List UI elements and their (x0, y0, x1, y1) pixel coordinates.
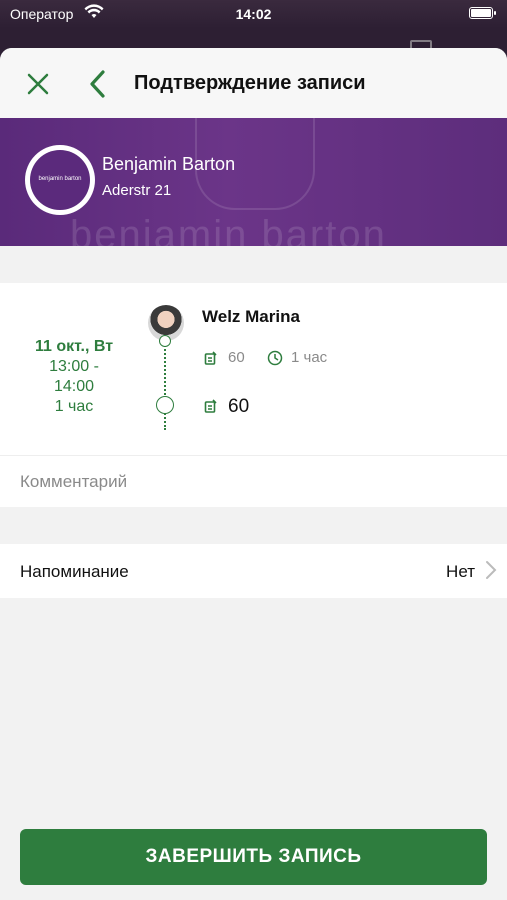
complete-booking-button[interactable]: ЗАВЕРШИТЬ ЗАПИСЬ (20, 829, 487, 885)
service-duration: 1 час (291, 349, 328, 366)
banner-watermark: benjamin barton (70, 213, 387, 246)
page-title: Подтверждение записи (134, 72, 366, 94)
appointment-duration: 1 час (54, 398, 94, 415)
clock: 14:02 (235, 6, 272, 22)
chevron-right-icon (485, 560, 497, 580)
reminder-label: Напоминание (20, 562, 129, 581)
master-name: Welz Marina (202, 307, 300, 326)
timeline-line (164, 338, 166, 430)
timeline-end-node (156, 396, 174, 414)
comment-input[interactable] (20, 468, 480, 496)
total-icon (204, 399, 218, 413)
service-icon (204, 351, 218, 365)
confirmation-sheet: Подтверждение записи benjamin barton ben… (0, 48, 507, 900)
clock-icon (267, 350, 283, 366)
reminder-value: Нет (446, 562, 475, 581)
appointment-date: 11 окт., Вт (34, 338, 114, 355)
salon-banner: benjamin barton benjamin barton Benjamin… (0, 118, 507, 246)
appointment-time-range: 13:00 - 14:00 (49, 358, 99, 395)
appointment-card: 11 окт., Вт 13:00 - 14:00 1 час Welz Mar… (0, 283, 507, 455)
salon-logo-text: benjamin barton (30, 150, 90, 210)
service-price: 60 (228, 349, 245, 366)
comment-row (0, 455, 507, 507)
back-icon[interactable] (86, 68, 110, 100)
status-bar: Оператор 14:02 (0, 0, 507, 28)
salon-name: Benjamin Barton (102, 154, 236, 174)
timeline-node (159, 335, 171, 347)
salon-logo: benjamin barton (25, 145, 95, 215)
salon-address: Aderstr 21 (102, 182, 172, 199)
battery-icon (469, 7, 496, 19)
close-icon[interactable] (24, 70, 52, 98)
total-price: 60 (228, 396, 250, 417)
appointment-datetime: 11 окт., Вт 13:00 - 14:00 1 час (0, 337, 148, 417)
reminder-row[interactable]: Напоминание Нет (0, 544, 507, 598)
nav-bar: Подтверждение записи (0, 48, 507, 118)
